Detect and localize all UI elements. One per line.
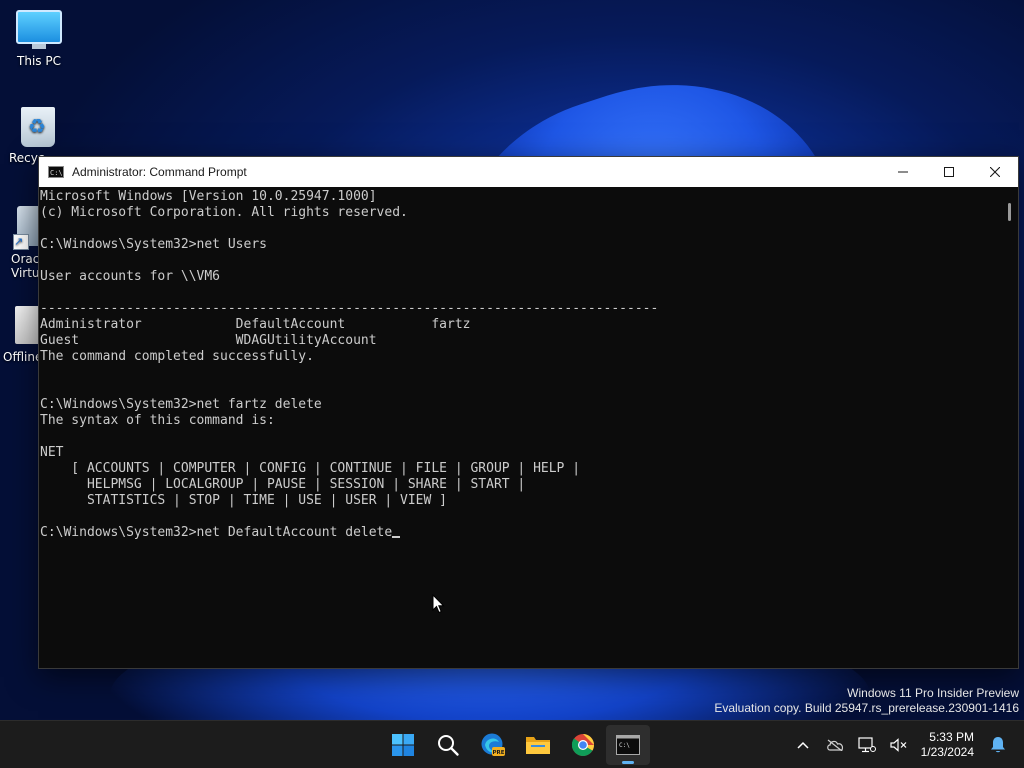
- onedrive-icon: [826, 739, 843, 751]
- volume-muted-icon: [890, 738, 907, 752]
- desktop-icon-label: This PC: [17, 54, 61, 68]
- console-line: Microsoft Windows [Version 10.0.25947.10…: [40, 189, 377, 204]
- file-explorer-button[interactable]: [516, 725, 560, 765]
- console-line: STATISTICS | STOP | TIME | USE | USER | …: [40, 493, 447, 508]
- mouse-pointer-icon: [432, 594, 445, 614]
- recycle-bin-icon: ♻: [21, 107, 55, 147]
- search-button[interactable]: [426, 725, 470, 765]
- watermark-line-1: Windows 11 Pro Insider Preview: [847, 686, 1019, 700]
- start-button[interactable]: [381, 725, 425, 765]
- notifications-button[interactable]: [982, 729, 1014, 761]
- file-explorer-icon: [525, 737, 550, 754]
- evaluation-watermark: Windows 11 Pro Insider Preview Evaluatio…: [714, 686, 1019, 716]
- edge-beta-button[interactable]: PRE: [471, 725, 515, 765]
- window-title: Administrator: Command Prompt: [72, 165, 247, 179]
- text-cursor: [392, 536, 401, 538]
- console-line: HELPMSG | LOCALGROUP | PAUSE | SESSION |…: [40, 477, 526, 492]
- notification-bell-icon: [991, 737, 1005, 753]
- network-button[interactable]: [851, 729, 883, 761]
- network-icon: [858, 737, 876, 753]
- scrollbar-thumb[interactable]: [1008, 203, 1011, 221]
- shortcut-arrow-icon: ↗: [13, 234, 29, 250]
- console-line: Administrator DefaultAccount fartz: [40, 317, 471, 332]
- desktop-icon-this-pc[interactable]: This PC: [0, 10, 78, 68]
- clock[interactable]: 5:33 PM 1/23/2024: [915, 730, 982, 760]
- minimize-button[interactable]: [880, 157, 926, 187]
- console-line: C:\Windows\System32>net fartz delete: [40, 397, 322, 412]
- window-controls: [880, 157, 1018, 187]
- command-prompt-icon: C:\: [48, 166, 64, 178]
- console-line: [ ACCOUNTS | COMPUTER | CONFIG | CONTINU…: [40, 461, 581, 476]
- title-bar[interactable]: C:\ Administrator: Command Prompt: [39, 157, 1018, 187]
- chrome-icon: [571, 734, 594, 756]
- onedrive-button[interactable]: [819, 729, 851, 761]
- clock-date: 1/23/2024: [920, 745, 974, 759]
- console-output[interactable]: Microsoft Windows [Version 10.0.25947.10…: [39, 187, 1002, 668]
- maximize-icon: [944, 167, 954, 177]
- svg-text:PRE: PRE: [492, 750, 504, 756]
- show-hidden-icons-button[interactable]: [787, 729, 819, 761]
- console-line: The syntax of this command is:: [40, 413, 275, 428]
- chevron-up-icon: [797, 741, 809, 749]
- command-prompt-icon: C:\: [615, 735, 640, 755]
- system-tray: 5:33 PM 1/23/2024: [787, 721, 1024, 768]
- this-pc-icon: [16, 10, 62, 49]
- watermark-line-2: Evaluation copy. Build 25947.rs_prerelea…: [714, 701, 1019, 715]
- console-line: The command completed successfully.: [40, 349, 314, 364]
- search-icon: [437, 735, 459, 756]
- console-line: C:\Windows\System32>net Users: [40, 237, 267, 252]
- taskbar-apps: PRE C:\: [380, 721, 650, 768]
- command-prompt-taskbar-button[interactable]: C:\: [605, 725, 650, 765]
- close-icon: [990, 167, 1000, 177]
- minimize-icon: [898, 171, 908, 173]
- volume-button[interactable]: [883, 729, 915, 761]
- maximize-button[interactable]: [926, 157, 972, 187]
- console-input-text: C:\Windows\System32>net DefaultAccount d…: [40, 525, 393, 540]
- edge-beta-icon: PRE: [481, 733, 505, 756]
- svg-text:C:\: C:\: [619, 742, 630, 749]
- clock-time: 5:33 PM: [929, 730, 974, 744]
- console-line: ----------------------------------------…: [40, 301, 659, 316]
- console-line: User accounts for \\VM6: [40, 269, 221, 284]
- console-input-line[interactable]: C:\Windows\System32>net DefaultAccount d…: [40, 525, 1002, 541]
- chrome-button[interactable]: [561, 725, 605, 765]
- close-button[interactable]: [972, 157, 1018, 187]
- console-line: NET: [40, 445, 64, 460]
- vertical-scrollbar[interactable]: [1002, 187, 1018, 668]
- taskbar: PRE C:\ 5:33 PM 1/23/2024: [0, 720, 1024, 768]
- start-icon: [391, 734, 414, 756]
- command-prompt-window[interactable]: C:\ Administrator: Command Prompt Micros…: [38, 156, 1019, 669]
- console-line: Guest WDAGUtilityAccount: [40, 333, 377, 348]
- console-line: (c) Microsoft Corporation. All rights re…: [40, 205, 408, 220]
